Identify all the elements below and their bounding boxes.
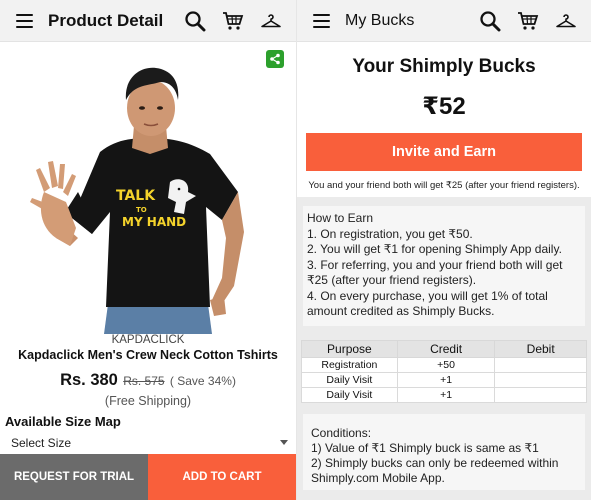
how-to-earn-title: How to Earn <box>307 211 374 225</box>
table-row: Registration +50 <box>301 357 587 373</box>
bucks-heading: Your Shimply Bucks <box>352 56 536 77</box>
cell-credit: +1 <box>396 372 496 388</box>
invite-note: You and your friend both will get ₹25 (a… <box>308 180 580 191</box>
earn-line: amount credited as Shimply Bucks. <box>307 304 495 318</box>
cell-purpose: Daily Visit <box>301 387 398 403</box>
price-row: Rs. 380 Rs. 575 ( Save 34%) <box>0 371 296 390</box>
earn-line: 3. For referring, you and your friend bo… <box>307 257 563 272</box>
my-bucks-screen: My Bucks Your Shimply Bucks ₹52 Invite a… <box>297 0 591 500</box>
toolbar: Product Detail <box>0 0 296 42</box>
bucks-history-table: Purpose Credit Debit Registration +50 Da… <box>301 340 587 403</box>
price: Rs. 380 <box>60 371 118 389</box>
cell-credit: +1 <box>396 387 496 403</box>
condition-line: 1) Value of ₹1 Shimply buck is same as ₹… <box>311 441 539 455</box>
discount-badge: ( Save 34%) <box>169 374 236 388</box>
action-bar: REQUEST FOR TRIAL ADD TO CART <box>0 454 296 500</box>
toolbar: My Bucks <box>297 0 591 42</box>
mrp: Rs. 575 <box>123 374 165 388</box>
brand-name: KAPDACLICK <box>111 334 185 346</box>
hanger-icon[interactable] <box>252 0 290 42</box>
cell-debit <box>494 372 587 388</box>
product-name: Kapdaclick Men's Crew Neck Cotton Tshirt… <box>18 348 278 362</box>
size-map-title: Available Size Map <box>5 414 121 429</box>
page-title: My Bucks <box>345 11 415 29</box>
size-select[interactable]: Select Size <box>8 433 288 455</box>
conditions-title: Conditions: <box>311 426 372 440</box>
column-header-debit: Debit <box>494 340 587 358</box>
model-wearing-tshirt: TALK TO MY HAND <box>30 67 244 334</box>
condition-line: 2) Shimply bucks can only be redeemed wi… <box>311 456 559 470</box>
conditions-box: Conditions: 1) Value of ₹1 Shimply buck … <box>303 414 585 490</box>
table-row: Daily Visit +1 <box>301 387 587 403</box>
share-icon[interactable] <box>266 50 284 68</box>
menu-icon[interactable] <box>297 0 345 42</box>
how-to-earn-box: How to Earn 1. On registration, you get … <box>303 206 585 326</box>
screens: Product Detail TALK TO MY HAND KAPDACLIC… <box>0 0 591 500</box>
menu-icon[interactable] <box>0 0 48 42</box>
invite-and-earn-button[interactable]: Invite and Earn <box>306 133 582 171</box>
table-header-row: Purpose Credit Debit <box>301 340 587 358</box>
page-title: Product Detail <box>48 10 164 30</box>
cell-purpose: Registration <box>301 357 398 373</box>
cell-debit <box>494 387 587 403</box>
search-icon[interactable] <box>471 0 509 42</box>
column-header-credit: Credit <box>396 340 496 358</box>
product-image[interactable]: TALK TO MY HAND <box>0 42 296 334</box>
column-header-purpose: Purpose <box>301 340 398 358</box>
earn-line: 4. On every purchase, you will get 1% of… <box>307 288 548 303</box>
tshirt-print-line2: TO <box>136 206 147 214</box>
add-to-cart-button[interactable]: ADD TO CART <box>148 454 296 500</box>
size-select-value: Select Size <box>11 436 72 450</box>
cart-icon[interactable] <box>509 0 547 42</box>
cell-purpose: Daily Visit <box>301 372 398 388</box>
bucks-balance: ₹52 <box>422 93 466 120</box>
search-icon[interactable] <box>176 0 214 42</box>
request-trial-button[interactable]: REQUEST FOR TRIAL <box>0 454 148 500</box>
cell-credit: +50 <box>396 357 496 373</box>
table-row: Daily Visit +1 <box>301 372 587 388</box>
bucks-summary: Your Shimply Bucks ₹52 Invite and Earn Y… <box>297 42 591 197</box>
tshirt-print-line1: TALK <box>116 188 156 204</box>
earn-line: 2. You will get ₹1 for opening Shimply A… <box>307 242 562 256</box>
cart-icon[interactable] <box>214 0 252 42</box>
tshirt-print-line3: MY HAND <box>122 215 186 229</box>
product-detail-screen: Product Detail TALK TO MY HAND KAPDACLIC… <box>0 0 296 500</box>
condition-line: Shimply.com Mobile App. <box>311 471 445 485</box>
earn-line: 1. On registration, you get ₹50. <box>307 226 473 241</box>
hanger-icon[interactable] <box>547 0 585 42</box>
earn-line: ₹25 (after your friend registers). <box>307 273 477 287</box>
shipping-note: (Free Shipping) <box>104 394 192 408</box>
cell-debit <box>494 357 587 373</box>
chevron-down-icon <box>280 440 288 445</box>
